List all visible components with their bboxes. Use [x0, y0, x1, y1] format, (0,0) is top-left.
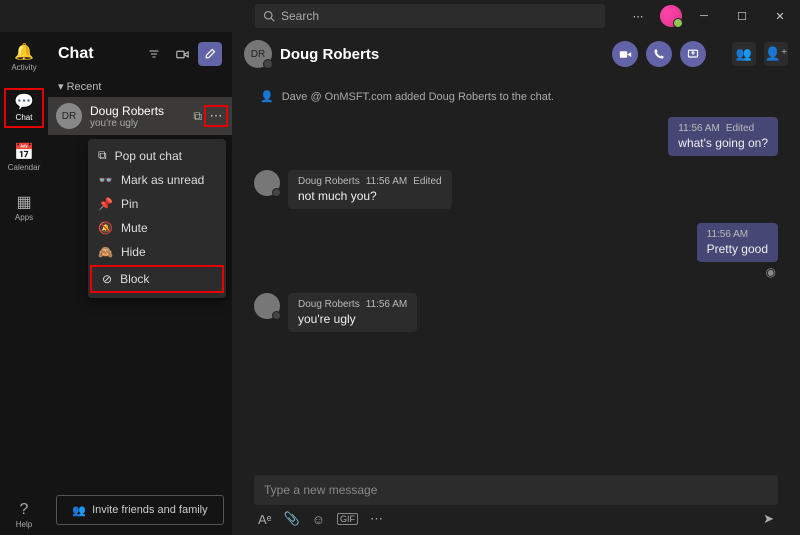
- my-message[interactable]: 11:56 AM Edited what's going on?: [668, 117, 778, 156]
- msg-sender: Doug Roberts: [298, 176, 360, 187]
- chat-main: DR Doug Roberts 👥 👤⁺ 👤 Dave @ OnMSFT.com…: [232, 32, 800, 535]
- msg-time: 11:56 AM: [707, 229, 749, 240]
- video-call-button[interactable]: [612, 41, 638, 67]
- msg-time: 11:56 AM: [366, 176, 408, 187]
- settings-more-icon[interactable]: ⋯: [622, 4, 654, 28]
- msg-body: what's going on?: [678, 136, 768, 150]
- popout-icon: ⧉: [98, 148, 107, 163]
- filter-icon: [148, 48, 160, 60]
- menu-hide[interactable]: 🙈Hide: [88, 240, 226, 264]
- message-input[interactable]: Type a new message: [254, 475, 778, 505]
- my-message[interactable]: 11:56 AM Pretty good: [697, 223, 778, 262]
- more-compose-button[interactable]: ⋯: [370, 511, 383, 527]
- app-rail: 🔔 Activity 💬 Chat 📅 Calendar ▦ Apps ? He…: [0, 32, 48, 535]
- their-message[interactable]: Doug Roberts 11:56 AM Edited not much you?: [288, 170, 452, 209]
- minimize-button[interactable]: ─: [688, 4, 720, 28]
- system-message: 👤 Dave @ OnMSFT.com added Doug Roberts t…: [254, 90, 778, 103]
- menu-mark-unread[interactable]: 👓Mark as unread: [88, 168, 226, 192]
- block-icon: ⊘: [102, 272, 112, 286]
- add-people-button[interactable]: 👤⁺: [764, 42, 788, 66]
- rail-help[interactable]: ? Help: [4, 495, 44, 535]
- person-add-icon: 👤: [260, 90, 274, 103]
- pin-icon: 📌: [98, 197, 113, 211]
- video-icon: [619, 48, 632, 61]
- section-recent[interactable]: ▾ Recent: [48, 76, 232, 97]
- hide-icon: 🙈: [98, 245, 113, 259]
- msg-body: you're ugly: [298, 312, 407, 326]
- search-placeholder: Search: [281, 9, 319, 23]
- rail-activity[interactable]: 🔔 Activity: [4, 38, 44, 78]
- chat-sidebar: Chat ▾ Recent DR Doug Roberts you're ugl…: [48, 32, 232, 535]
- compose-icon: [204, 48, 216, 60]
- share-icon: [687, 48, 699, 60]
- rail-chat[interactable]: 💬 Chat: [4, 88, 44, 128]
- share-screen-button[interactable]: [680, 41, 706, 67]
- sender-avatar[interactable]: [254, 293, 280, 319]
- chat-list-item[interactable]: DR Doug Roberts you're ugly ⧉ ⋯: [48, 97, 232, 135]
- new-chat-button[interactable]: [198, 42, 222, 66]
- read-receipt-icon: ◉: [766, 265, 778, 279]
- msg-edited: Edited: [726, 123, 754, 134]
- msg-sender: Doug Roberts: [298, 299, 360, 310]
- rail-calendar[interactable]: 📅 Calendar: [4, 138, 44, 178]
- close-button[interactable]: ✕: [764, 4, 796, 28]
- apps-icon: ▦: [16, 195, 31, 211]
- attach-button[interactable]: 📎: [284, 511, 300, 527]
- menu-mute[interactable]: 🔕Mute: [88, 216, 226, 240]
- send-button[interactable]: ➤: [763, 511, 774, 527]
- help-icon: ?: [20, 502, 29, 518]
- msg-time: 11:56 AM: [678, 123, 720, 134]
- their-message[interactable]: Doug Roberts 11:56 AM you're ugly: [288, 293, 417, 332]
- msg-edited: Edited: [413, 176, 441, 187]
- chat-preview: you're ugly: [90, 118, 164, 129]
- popout-inline-icon[interactable]: ⧉: [193, 109, 202, 124]
- phone-icon: [653, 48, 665, 60]
- sender-avatar[interactable]: [254, 170, 280, 196]
- msg-body: not much you?: [298, 189, 442, 203]
- emoji-button[interactable]: ☺: [312, 512, 325, 527]
- format-button[interactable]: Aᵉ: [258, 512, 272, 527]
- chat-header-title: Doug Roberts: [280, 46, 604, 63]
- message-placeholder: Type a new message: [264, 483, 377, 497]
- chat-icon: 💬: [14, 95, 34, 111]
- msg-time: 11:56 AM: [366, 299, 408, 310]
- search-icon: [263, 10, 275, 22]
- unread-icon: 👓: [98, 173, 113, 187]
- filter-button[interactable]: [142, 42, 166, 66]
- contact-avatar: DR: [56, 103, 82, 129]
- invite-icon: 👥: [72, 504, 86, 517]
- chat-context-menu: ⧉Pop out chat 👓Mark as unread 📌Pin 🔕Mute…: [88, 139, 226, 298]
- invite-button[interactable]: 👥 Invite friends and family: [56, 495, 224, 525]
- calendar-icon: 📅: [14, 145, 34, 161]
- mute-icon: 🔕: [98, 221, 113, 235]
- gif-button[interactable]: GIF: [337, 513, 358, 525]
- meet-now-button[interactable]: [170, 42, 194, 66]
- search-input[interactable]: Search: [255, 4, 605, 28]
- audio-call-button[interactable]: [646, 41, 672, 67]
- msg-body: Pretty good: [707, 242, 768, 256]
- bell-icon: 🔔: [14, 45, 34, 61]
- menu-block[interactable]: ⊘Block: [90, 265, 224, 293]
- video-icon: [176, 48, 189, 61]
- contact-name: Doug Roberts: [90, 104, 164, 118]
- profile-avatar[interactable]: [660, 5, 682, 27]
- chat-header-avatar[interactable]: DR: [244, 40, 272, 68]
- menu-popout[interactable]: ⧉Pop out chat: [88, 143, 226, 168]
- sidebar-title: Chat: [58, 45, 138, 63]
- rail-apps[interactable]: ▦ Apps: [4, 188, 44, 228]
- people-button[interactable]: 👥: [732, 42, 756, 66]
- maximize-button[interactable]: ☐: [726, 4, 758, 28]
- chat-more-options[interactable]: ⋯: [204, 105, 228, 127]
- menu-pin[interactable]: 📌Pin: [88, 192, 226, 216]
